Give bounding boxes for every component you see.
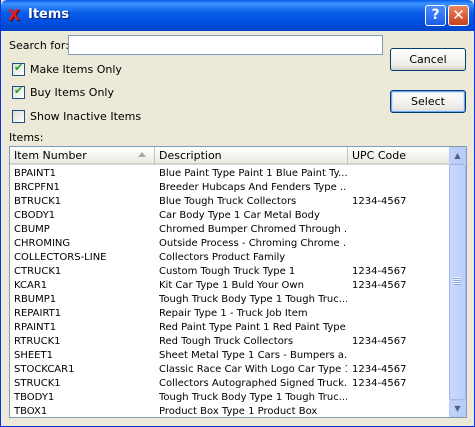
upc-code-cell: 1234-4567 (352, 196, 407, 207)
table-row[interactable]: CTRUCK1 Custom Tough Truck Type 1 1234-456… (10, 265, 450, 279)
item-number-cell: CBUMP (14, 224, 50, 235)
search-label: Search for: (9, 39, 69, 52)
item-number-cell: BTRUCK1 (14, 196, 62, 207)
description-cell: Red Paint Type Paint 1 Red Paint Type... (159, 322, 347, 333)
table-row[interactable]: CBUMP Chromed Bumper Chromed Through ... (10, 223, 450, 237)
show-inactive-items-label[interactable]: Show Inactive Items (30, 110, 141, 123)
check-icon: ✔ (14, 61, 24, 74)
description-cell: Tough Truck Body Type 1 Tough Truc... (159, 294, 347, 305)
column-header-description[interactable]: Description (155, 147, 348, 165)
sort-ascending-icon (138, 152, 146, 157)
table-row[interactable]: BTRUCK1 Blue Tough Truck Collectors 1234-4… (10, 195, 450, 209)
item-number-cell: COLLECTORS-LINE (14, 252, 107, 263)
column-header-label: Item Number (14, 149, 87, 162)
column-header-upc-code[interactable]: UPC Code (348, 147, 450, 165)
items-table[interactable]: Item Number Description UPC Code BPAINT1… (9, 146, 467, 418)
description-cell: Product Box Type 1 Product Box (159, 406, 318, 417)
upc-code-cell: 1234-4567 (352, 266, 407, 277)
grip-icon (454, 277, 461, 285)
description-cell: Blue Tough Truck Collectors (159, 196, 297, 207)
buy-items-only-checkbox[interactable]: ✔ (12, 84, 25, 99)
table-row[interactable]: STRUCK1 Collectors Autographed Signed Tru… (10, 377, 450, 391)
table-row[interactable]: CBODY1 Car Body Type 1 Car Metal Body (10, 209, 450, 223)
table-row[interactable]: RTRUCK1 Red Tough Truck Collectors 1234-45… (10, 335, 450, 349)
description-cell: Custom Tough Truck Type 1 (159, 266, 296, 277)
table-row[interactable]: CHROMING Outside Process - Chroming Chrom… (10, 237, 450, 251)
buy-items-only-label[interactable]: Buy Items Only (30, 86, 114, 99)
description-cell: Classic Race Car With Logo Car Type 1 (159, 364, 347, 375)
item-number-cell: KCAR1 (14, 280, 48, 291)
table-row[interactable]: SHEET1 Sheet Metal Type 1 Cars - Bumpers … (10, 349, 450, 363)
make-items-only-checkbox[interactable]: ✔ (12, 61, 25, 76)
items-label: Items: (9, 131, 44, 144)
description-cell: Collectors Autographed Signed Truck... (159, 378, 347, 389)
description-cell: Breeder Hubcaps And Fenders Type ... (159, 182, 347, 193)
x-logo-icon: X (8, 6, 20, 24)
arrow-up-icon[interactable]: ▲ (449, 147, 466, 164)
help-button[interactable]: ? (425, 5, 446, 26)
table-row[interactable]: REPAIRT1 Repair Type 1 - Truck Job Item (10, 307, 450, 321)
description-cell: Chromed Bumper Chromed Through ... (159, 224, 347, 235)
upc-code-cell: 1234-4567 (352, 364, 407, 375)
item-number-cell: RPAINT1 (14, 322, 57, 333)
description-cell: Tough Truck Body Type 1 Tough Truc... (159, 392, 347, 403)
upc-code-cell: 1234-4567 (352, 378, 407, 389)
item-number-cell: SHEET1 (14, 350, 53, 361)
item-number-cell: BRCPFN1 (14, 182, 60, 193)
column-header-item-number[interactable]: Item Number (10, 147, 155, 165)
description-cell: Sheet Metal Type 1 Cars - Bumpers a... (159, 350, 347, 361)
item-number-cell: REPAIRT1 (14, 308, 62, 319)
table-row[interactable]: RPAINT1 Red Paint Type Paint 1 Red Paint … (10, 321, 450, 335)
item-number-cell: BPAINT1 (14, 168, 56, 179)
description-cell: Car Body Type 1 Car Metal Body (159, 210, 320, 221)
check-icon: ✔ (14, 84, 24, 97)
item-number-cell: RBUMP1 (14, 294, 57, 305)
upc-code-cell: 1234-4567 (352, 280, 407, 291)
item-number-cell: TBOX1 (14, 406, 48, 417)
table-row[interactable]: TBOX1 Product Box Type 1 Product Box (10, 405, 450, 417)
description-cell: Kit Car Type 1 Buld Your Own (159, 280, 304, 291)
description-cell: Outside Process - Chroming Chrome ... (159, 238, 347, 249)
select-button[interactable]: Select (390, 90, 466, 113)
description-cell: Repair Type 1 - Truck Job Item (159, 308, 308, 319)
description-cell: Blue Paint Type Paint 1 Blue Paint Ty... (159, 168, 347, 179)
description-cell: Collectors Product Family (159, 252, 286, 263)
table-row[interactable]: TBODY1 Tough Truck Body Type 1 Tough Truc… (10, 391, 450, 405)
table-body: BPAINT1 Blue Paint Type Paint 1 Blue Pain… (10, 167, 450, 417)
window-title: Items (28, 7, 70, 22)
show-inactive-items-checkbox[interactable] (12, 110, 25, 123)
table-row[interactable]: BRCPFN1 Breeder Hubcaps And Fenders Type … (10, 181, 450, 195)
scroll-thumb[interactable] (449, 164, 466, 400)
item-number-cell: STRUCK1 (14, 378, 61, 389)
description-cell: Red Tough Truck Collectors (159, 336, 294, 347)
item-number-cell: CBODY1 (14, 210, 56, 221)
items-dialog: X Items ? ✕ Search for: ✔ Make Items Onl… (0, 0, 475, 427)
table-header: Item Number Description UPC Code (10, 147, 450, 165)
arrow-down-icon[interactable]: ▼ (449, 400, 466, 417)
close-button[interactable]: ✕ (448, 5, 469, 26)
item-number-cell: TBODY1 (14, 392, 55, 403)
search-input[interactable] (68, 35, 383, 55)
upc-code-cell: 1234-4567 (352, 336, 407, 347)
table-row[interactable]: BPAINT1 Blue Paint Type Paint 1 Blue Pain… (10, 167, 450, 181)
item-number-cell: STOCKCAR1 (14, 364, 75, 375)
item-number-cell: RTRUCK1 (14, 336, 61, 347)
title-bar[interactable]: X Items ? ✕ (1, 0, 474, 31)
table-row[interactable]: COLLECTORS-LINE Collectors Product Family (10, 251, 450, 265)
item-number-cell: CHROMING (14, 238, 71, 249)
item-number-cell: CTRUCK1 (14, 266, 62, 277)
table-row[interactable]: RBUMP1 Tough Truck Body Type 1 Tough Truc… (10, 293, 450, 307)
cancel-button[interactable]: Cancel (390, 48, 466, 71)
make-items-only-label[interactable]: Make Items Only (30, 63, 122, 76)
table-row[interactable]: KCAR1 Kit Car Type 1 Buld Your Own 1234-45… (10, 279, 450, 293)
vertical-scrollbar[interactable]: ▲ ▼ (449, 147, 466, 417)
table-row[interactable]: STOCKCAR1 Classic Race Car With Logo Car … (10, 363, 450, 377)
